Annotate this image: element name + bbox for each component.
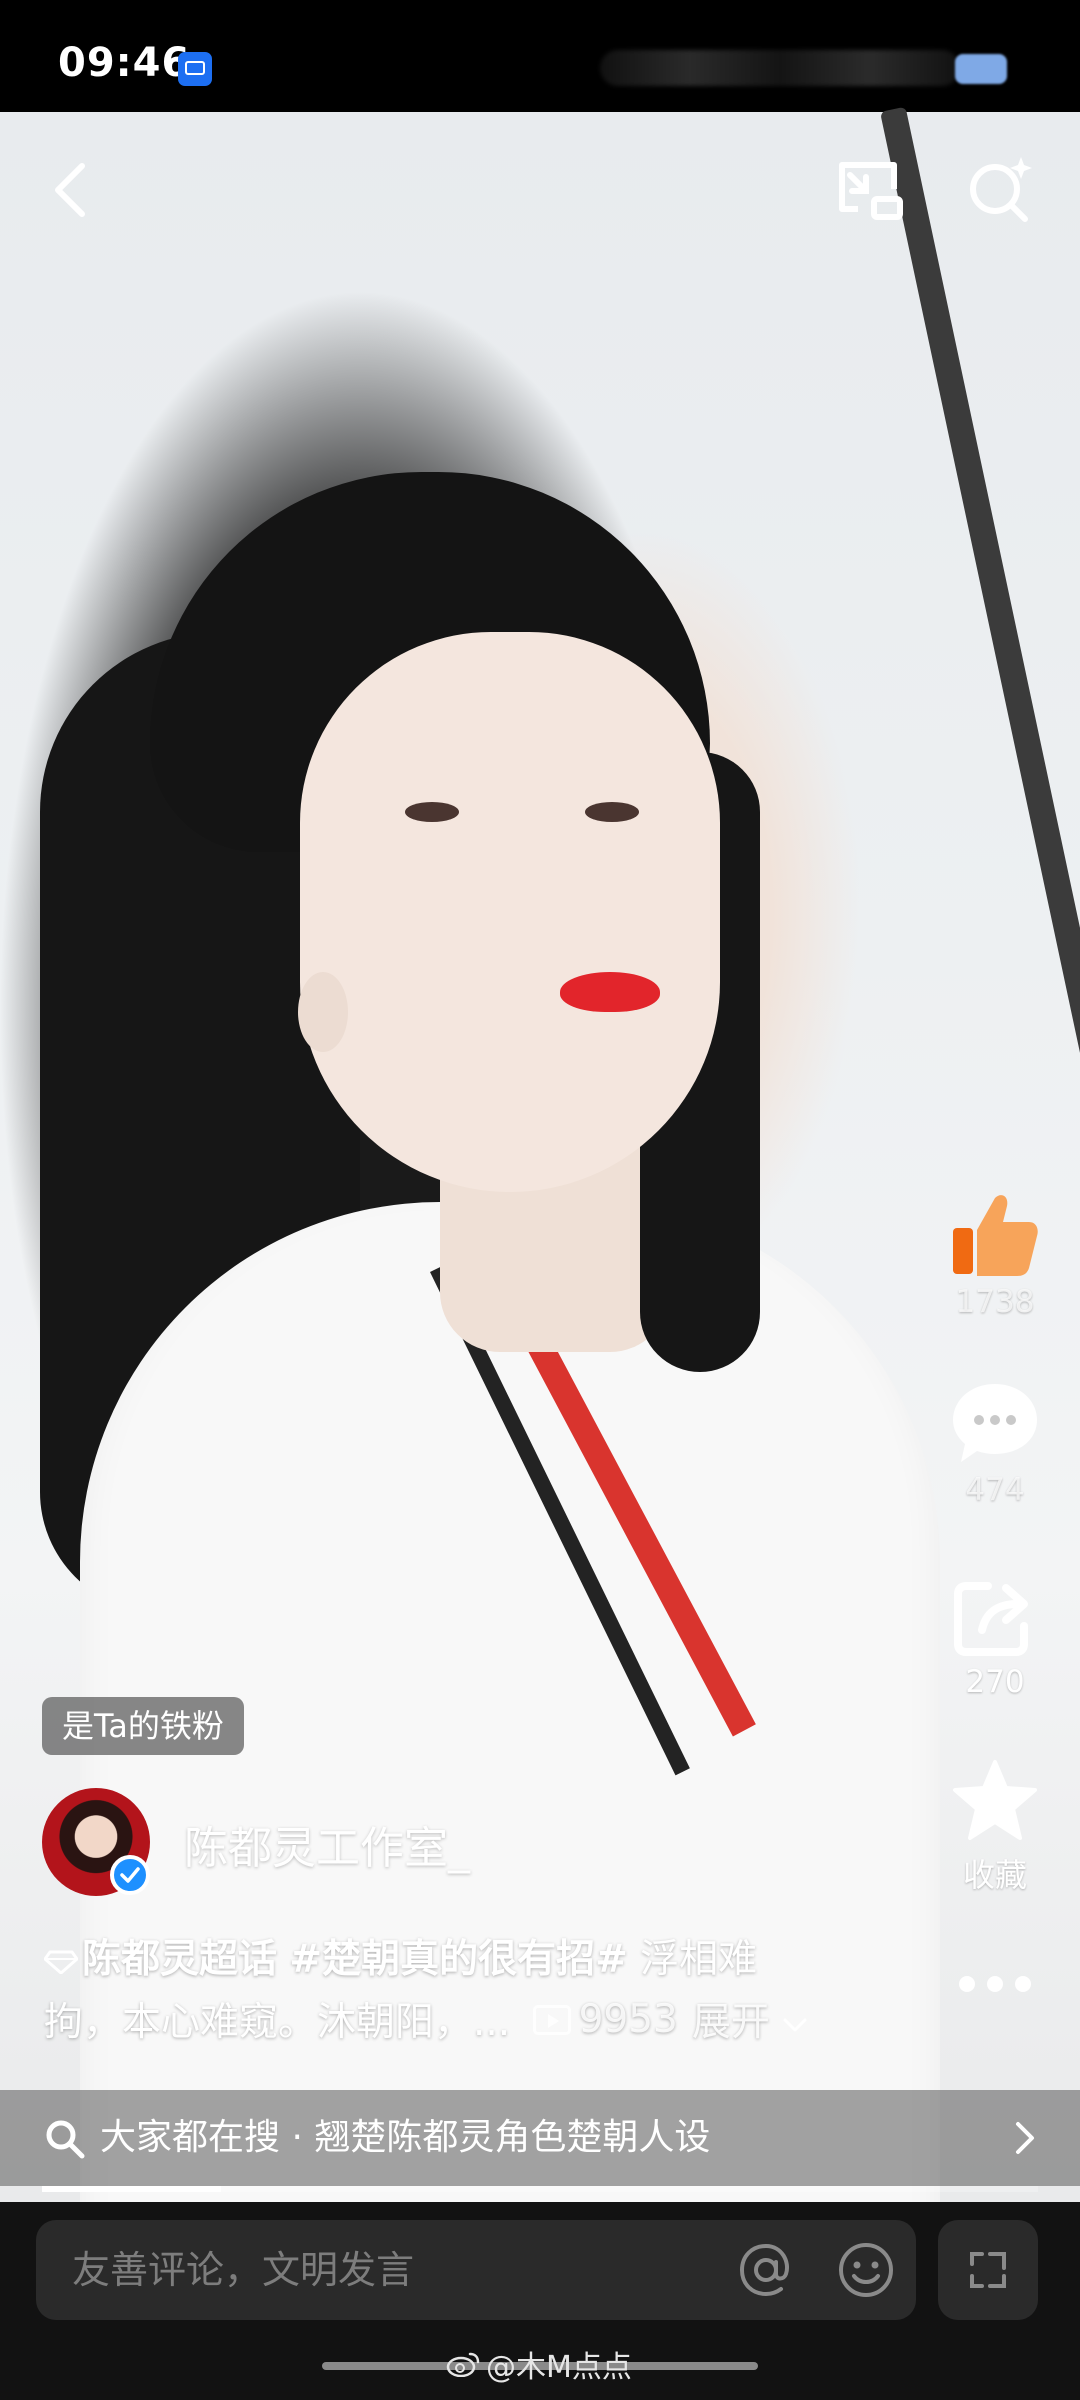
watermark: @木M点点 xyxy=(446,2342,632,2386)
app-notification-icon xyxy=(178,52,212,86)
favorite-label: 收藏 xyxy=(962,1856,1027,1894)
sparkle-search-icon xyxy=(970,157,1032,222)
battery-icon xyxy=(955,54,1007,84)
favorite-button[interactable]: 收藏 xyxy=(940,1758,1050,1896)
verified-badge-icon xyxy=(110,1855,150,1895)
pip-button[interactable] xyxy=(830,150,910,230)
status-icons-blurred xyxy=(600,50,960,86)
video-frame[interactable] xyxy=(0,106,1080,2400)
view-count-value: 9953 xyxy=(578,1997,678,2042)
search-icon xyxy=(46,2120,85,2159)
status-bar: 09:46 xyxy=(0,0,1080,112)
share-icon xyxy=(954,1582,1028,1656)
comment-placeholder: 友善评论，文明发言 xyxy=(72,2248,415,2292)
checkmark-icon xyxy=(120,1867,140,1883)
expand-caption-button[interactable]: 展开 xyxy=(692,2000,808,2045)
video-caption: 陈都灵超话 #楚朝真的很有招# 浮相难 拘，本心难窥。沐朝阳，... 9953 展… xyxy=(44,1930,844,2053)
like-button[interactable]: 1738 xyxy=(940,1190,1050,1320)
share-count: 270 xyxy=(965,1664,1025,1700)
comment-button[interactable]: 474 xyxy=(940,1380,1050,1508)
back-button[interactable] xyxy=(30,150,110,230)
video-subject-image xyxy=(0,106,1080,2400)
weibo-logo-icon xyxy=(446,2352,480,2377)
share-button[interactable]: 270 xyxy=(940,1578,1050,1700)
super-topic-icon xyxy=(44,1950,78,1974)
comment-bubble-icon xyxy=(953,1384,1037,1462)
author-name[interactable]: 陈都灵工作室_ xyxy=(184,1812,470,1876)
status-time: 09:46 xyxy=(58,40,191,86)
caption-text-1: 浮相难 xyxy=(627,1937,758,1982)
screen: 09:46 1738 474 270 收藏 是Ta的铁粉 陈都灵工作室_ 陈都灵… xyxy=(0,0,1080,2400)
lips xyxy=(560,972,660,1012)
like-count: 1738 xyxy=(955,1284,1035,1320)
eye-left xyxy=(405,802,459,822)
more-button[interactable] xyxy=(940,1972,1050,1996)
super-topic-link[interactable]: 陈都灵超话 xyxy=(82,1937,277,1982)
watermark-text: @木M点点 xyxy=(486,2350,632,2385)
star-icon xyxy=(953,1760,1037,1840)
comment-count: 474 xyxy=(965,1472,1025,1508)
view-count: 9953 xyxy=(532,1990,678,2050)
eye-right xyxy=(585,802,639,822)
emoji-icon[interactable] xyxy=(836,2240,896,2300)
smart-search-button[interactable] xyxy=(960,150,1040,230)
search-suggestion-bar[interactable]: 大家都在搜 · 翘楚陈都灵角色楚朝人设 xyxy=(0,2090,1080,2186)
play-icon xyxy=(532,2005,571,2035)
chevron-down-icon xyxy=(783,2018,807,2031)
thumbs-up-icon xyxy=(953,1195,1038,1276)
ear xyxy=(298,972,348,1052)
chevron-left-icon xyxy=(55,163,85,217)
video-progress-fill xyxy=(42,2186,222,2192)
comment-input[interactable]: 友善评论，文明发言 xyxy=(36,2220,916,2320)
search-suggestion-text: 大家都在搜 · 翘楚陈都灵角色楚朝人设 xyxy=(100,2117,711,2158)
caption-text-2: 拘，本心难窥。沐朝阳，... xyxy=(44,2000,511,2045)
comment-bar: 友善评论，文明发言 @木M点点 xyxy=(0,2202,1080,2400)
at-mention-icon[interactable] xyxy=(736,2240,796,2300)
hashtag-link[interactable]: #楚朝真的很有招# xyxy=(289,1937,627,1982)
fan-badge: 是Ta的铁粉 xyxy=(42,1697,244,1755)
fullscreen-comment-button[interactable] xyxy=(938,2220,1038,2320)
expand-icon xyxy=(970,2252,1006,2288)
chevron-right-icon xyxy=(1016,2122,1034,2154)
staff-prop xyxy=(880,106,1080,1580)
expand-label: 展开 xyxy=(691,2000,770,2045)
more-dots-icon xyxy=(959,1976,1031,1992)
picture-in-picture-icon xyxy=(839,162,903,220)
video-progress-bar[interactable] xyxy=(42,2186,1038,2192)
face xyxy=(300,632,720,1192)
